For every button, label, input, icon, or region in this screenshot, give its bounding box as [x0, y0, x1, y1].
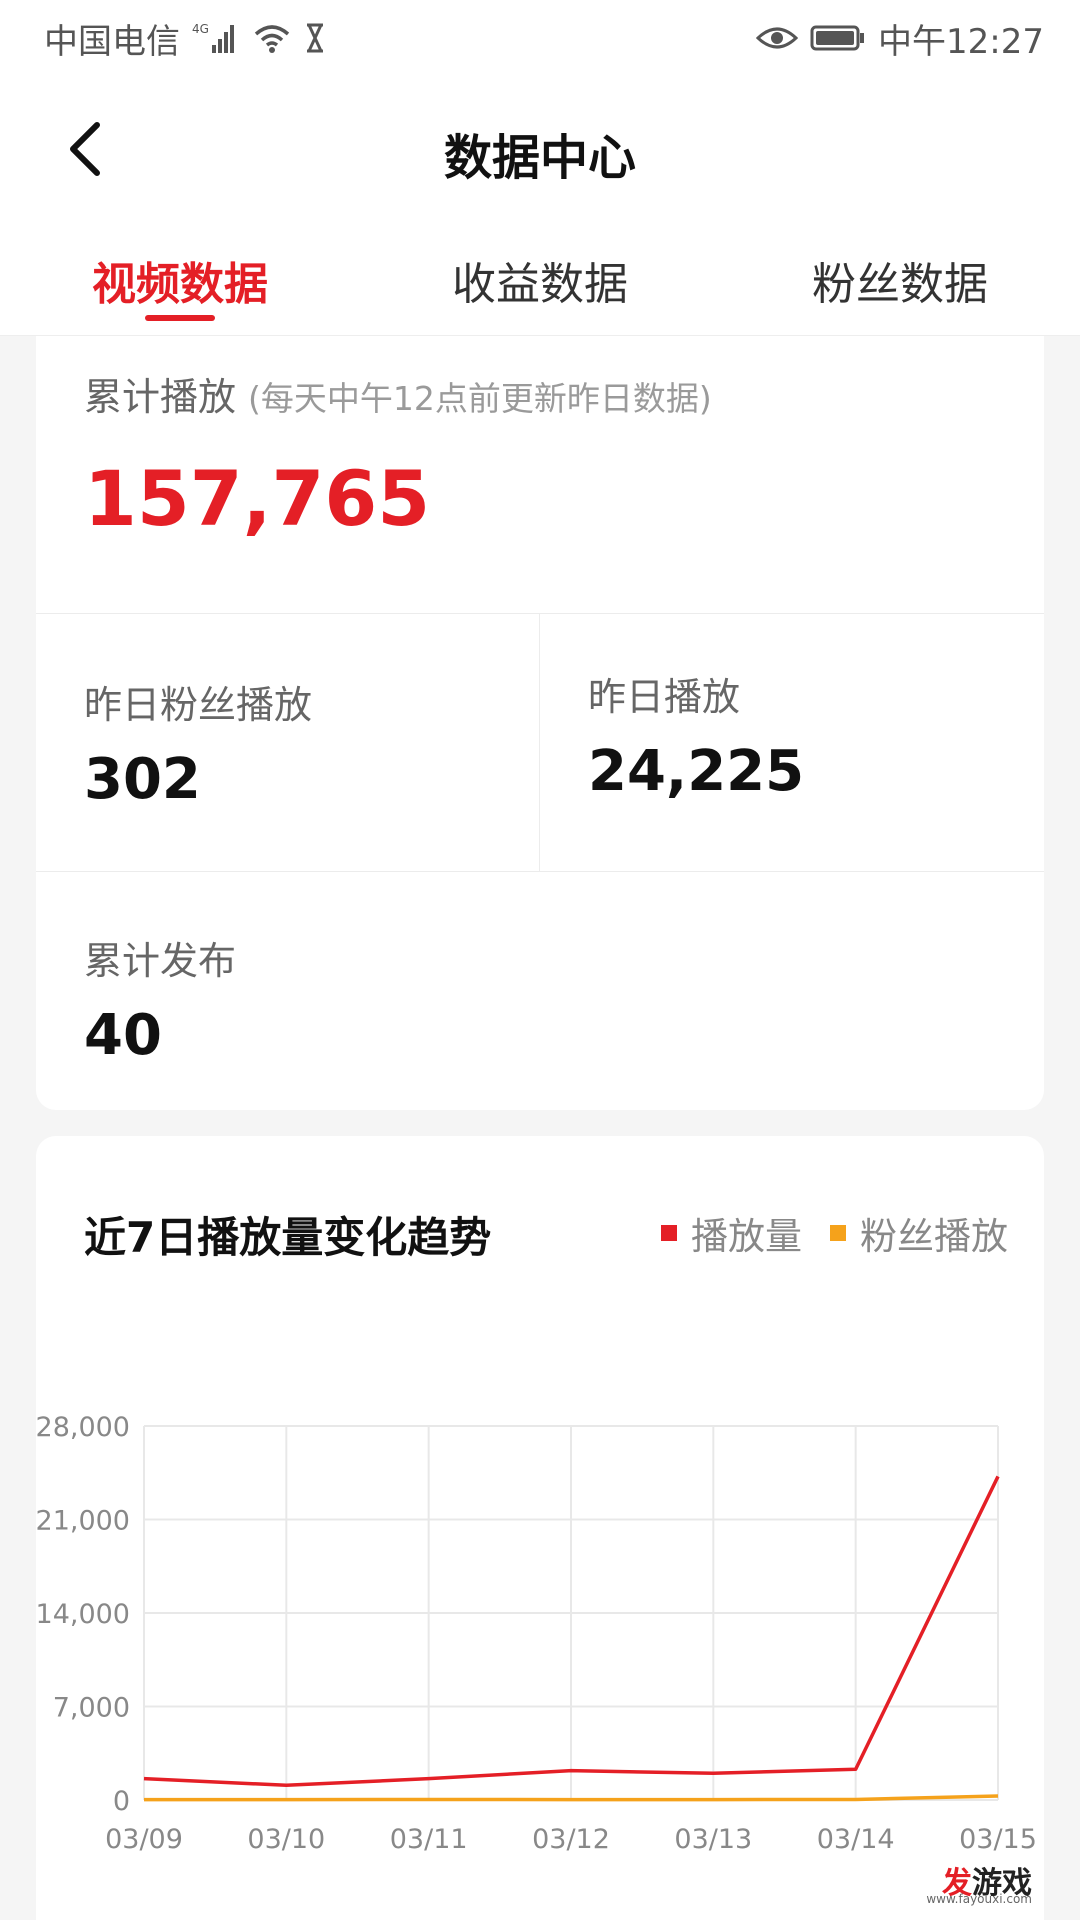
yesterday-fans-play-stat: 昨日粉丝播放 302 — [84, 674, 312, 812]
stat-label: 昨日播放 — [588, 675, 741, 719]
x-tick-label: 03/13 — [674, 1824, 752, 1855]
total-plays-label: 累计播放 — [84, 375, 237, 419]
yesterday-play-stat: 昨日播放 24,225 — [588, 666, 804, 804]
x-tick-label: 03/11 — [390, 1824, 468, 1855]
x-tick-label: 03/15 — [959, 1824, 1037, 1855]
stat-label: 昨日粉丝播放 — [84, 683, 313, 727]
tab-label: 收益数据 — [452, 259, 628, 310]
total-plays-section: 累计播放 (每天中午12点前更新昨日数据) 157,765 — [36, 336, 1044, 614]
carrier-name: 中国电信 — [44, 21, 180, 62]
y-tick-label: 0 — [113, 1786, 130, 1817]
status-bar-left: 中国电信 4G — [44, 14, 326, 63]
chart-legend: 播放量 粉丝播放 — [661, 1206, 1008, 1260]
signal-icon: 4G — [192, 21, 240, 55]
hourglass-icon — [304, 23, 326, 53]
total-published-stat: 累计发布 40 — [84, 930, 236, 1068]
stat-label: 累计发布 — [84, 939, 237, 983]
chart-title: 近7日播放量变化趋势 — [84, 1213, 492, 1262]
y-tick-label: 21,000 — [36, 1506, 130, 1537]
nav-bar: 数据中心 — [0, 76, 1080, 226]
y-tick-label: 28,000 — [36, 1412, 130, 1443]
legend-item-fans-plays[interactable]: 粉丝播放 — [830, 1206, 1008, 1260]
watermark-logo: 发游戏 www.fayouxi.com — [926, 1856, 1040, 1906]
network-type: 4G — [192, 22, 209, 36]
status-time: 中午12:27 — [878, 21, 1044, 62]
eye-icon — [756, 23, 799, 53]
total-plays-note: (每天中午12点前更新昨日数据) — [248, 379, 712, 418]
stat-value: 302 — [84, 747, 201, 812]
y-tick-label: 14,000 — [36, 1599, 130, 1630]
legend-item-plays[interactable]: 播放量 — [661, 1206, 802, 1260]
divider — [539, 614, 540, 872]
legend-label: 粉丝播放 — [860, 1215, 1008, 1258]
battery-icon — [810, 23, 866, 53]
legend-swatch — [661, 1225, 677, 1241]
x-tick-label: 03/12 — [532, 1824, 610, 1855]
legend-label: 播放量 — [691, 1215, 802, 1258]
stat-value: 40 — [84, 1003, 162, 1068]
status-bar: 中国电信 4G 中午12:27 — [0, 0, 1080, 76]
trend-chart-card: 0 7,000 14,000 21,000 28,000 03/09 03/10 03/11 0… — [36, 1136, 1044, 1920]
tab-video-data[interactable]: 视频数据 — [0, 226, 360, 335]
x-tick-label: 03/14 — [817, 1824, 895, 1855]
x-tick-label: 03/09 — [105, 1824, 183, 1855]
stat-value: 24,225 — [588, 739, 805, 804]
tab-label: 视频数据 — [92, 259, 268, 310]
total-plays-value: 157,765 — [84, 454, 431, 543]
page-title: 数据中心 — [443, 130, 636, 186]
summary-card: 累计播放 (每天中午12点前更新昨日数据) 157,765 昨日粉丝播放 302… — [36, 336, 1044, 1110]
status-bar-right: 中午12:27 — [756, 14, 1044, 63]
tab-fans-data[interactable]: 粉丝数据 — [720, 226, 1080, 335]
tab-label: 粉丝数据 — [812, 259, 988, 310]
y-tick-label: 7,000 — [53, 1693, 130, 1724]
tab-bar: 视频数据 收益数据 粉丝数据 — [0, 226, 1080, 336]
legend-swatch — [830, 1225, 846, 1241]
tab-active-indicator — [145, 315, 215, 321]
tab-revenue-data[interactable]: 收益数据 — [360, 226, 720, 335]
x-tick-label: 03/10 — [247, 1824, 325, 1855]
total-plays-label-row: 累计播放 (每天中午12点前更新昨日数据) — [84, 366, 712, 421]
wifi-icon — [252, 22, 292, 54]
